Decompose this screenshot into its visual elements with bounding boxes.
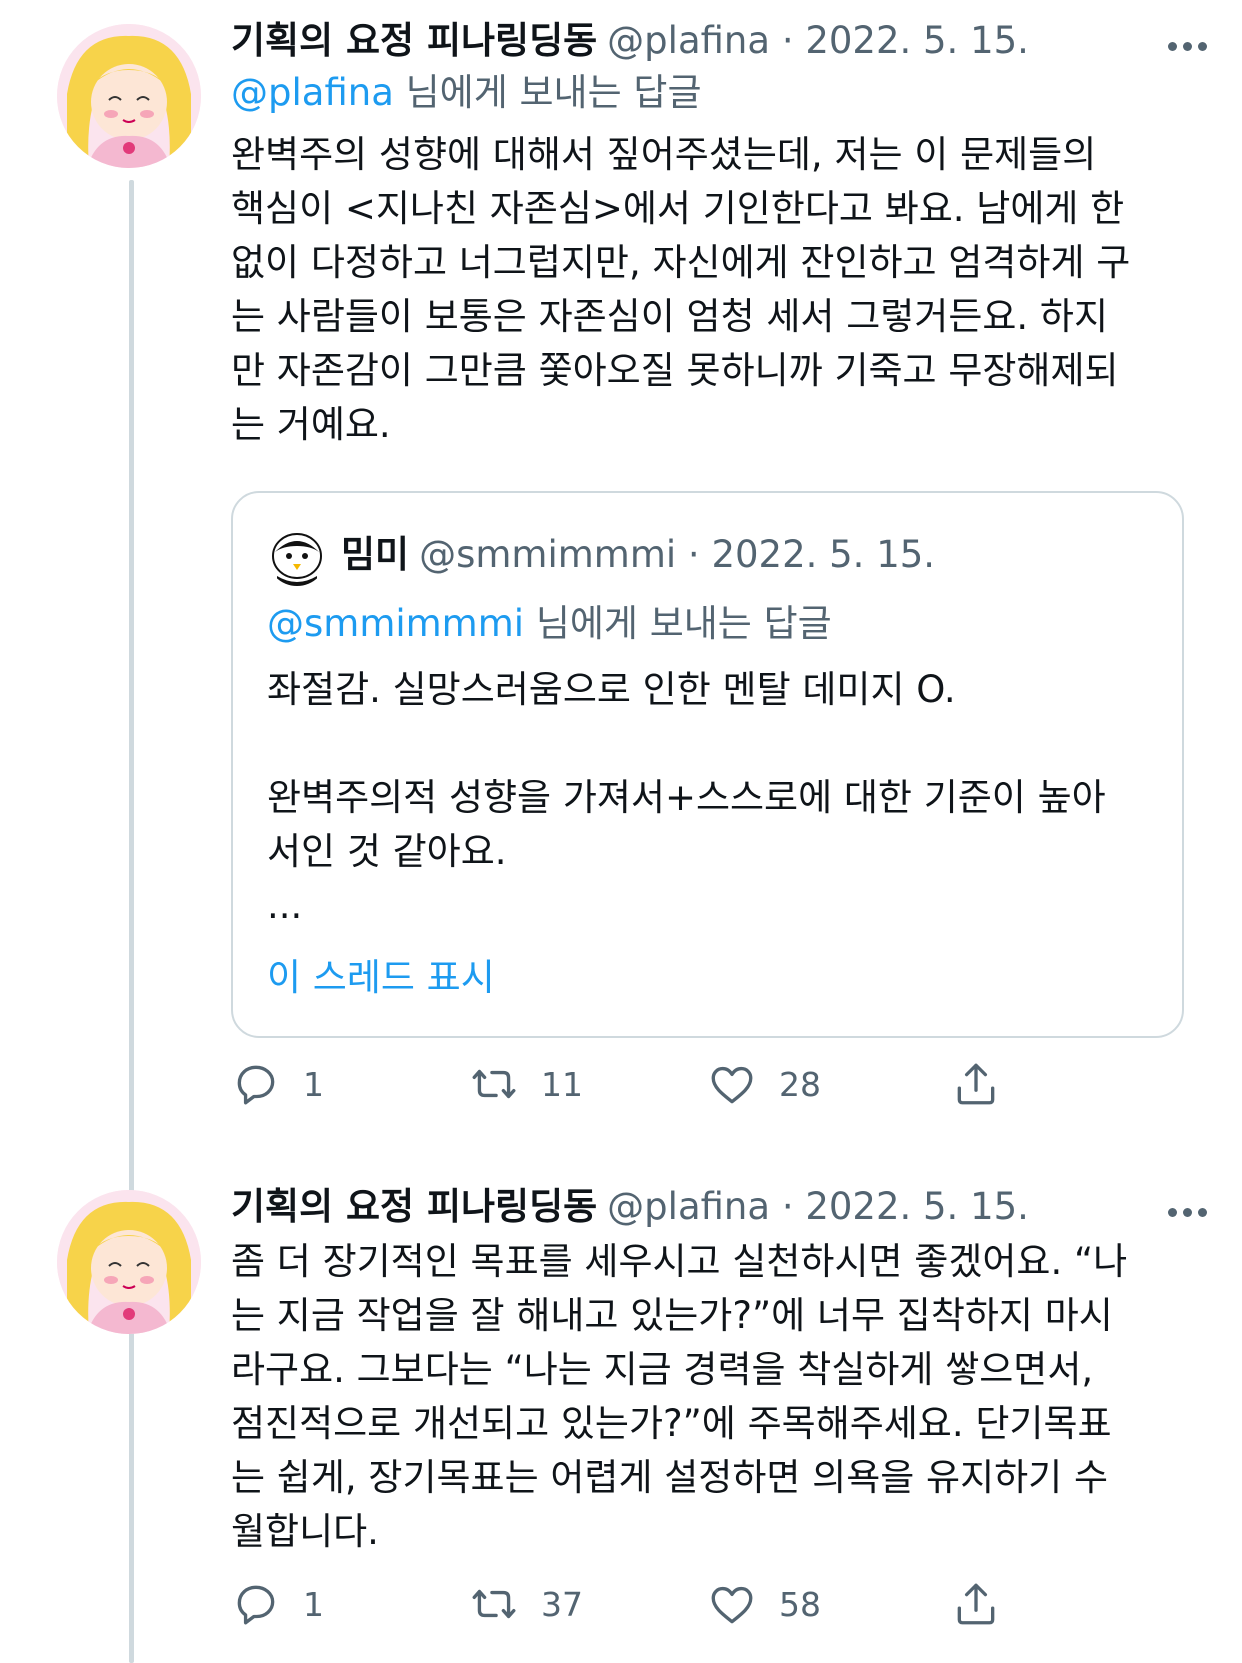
author-name[interactable]: 기획의 요정 피나링딩동 xyxy=(231,19,597,62)
quoted-date: · 2022. 5. 15. xyxy=(687,533,936,576)
avatar[interactable] xyxy=(57,1190,201,1334)
retweet-button[interactable]: 37 xyxy=(469,1578,583,1630)
quoted-reply-suffix: 님에게 보내는 답글 xyxy=(524,602,832,645)
reply-suffix: 님에게 보내는 답글 xyxy=(393,71,702,114)
tweet-actions: 1 37 58 xyxy=(231,1578,1131,1630)
quoted-reply-handle[interactable]: @smmimmmi xyxy=(267,602,524,645)
share-icon xyxy=(957,1063,995,1105)
retweet-icon xyxy=(472,1589,516,1619)
tweet-date[interactable]: · 2022. 5. 15. xyxy=(782,1185,1029,1228)
more-icon[interactable] xyxy=(1168,1202,1214,1217)
share-icon xyxy=(957,1583,995,1625)
reply-handle-link[interactable]: @plafina xyxy=(231,71,394,114)
quoted-author-name: 밈미 xyxy=(341,533,410,576)
replying-to: @plafina 님에게 보내는 답글 xyxy=(231,68,701,118)
quoted-header: 밈미 @smmimmmi · 2022. 5. 15. xyxy=(341,530,935,580)
reply-count: 1 xyxy=(303,1584,324,1624)
author-name[interactable]: 기획의 요정 피나링딩동 xyxy=(231,1185,597,1228)
author-handle[interactable]: @plafina xyxy=(607,19,770,62)
quoted-text: 좌절감. 실망스러움으로 인한 멘탈 데미지 O. 완벽주의적 성향을 가져서+… xyxy=(267,668,1106,927)
thread-connector xyxy=(129,180,134,1663)
retweet-button[interactable]: 11 xyxy=(469,1058,583,1110)
share-button[interactable] xyxy=(951,1058,1001,1110)
tweet-date[interactable]: · 2022. 5. 15. xyxy=(782,19,1029,62)
like-button[interactable]: 58 xyxy=(707,1578,821,1630)
more-icon[interactable] xyxy=(1168,36,1214,51)
tweet-header: 기획의 요정 피나링딩동 @plafina · 2022. 5. 15. xyxy=(231,1182,1029,1232)
like-icon xyxy=(711,1586,753,1624)
retweet-icon xyxy=(472,1069,516,1099)
tweet-actions: 1 11 28 xyxy=(231,1058,1131,1110)
retweet-count: 11 xyxy=(541,1064,583,1104)
quoted-replying-to: @smmimmmi 님에게 보내는 답글 xyxy=(267,599,832,649)
tweet-header: 기획의 요정 피나링딩동 @plafina · 2022. 5. 15. xyxy=(231,16,1029,66)
reply-icon xyxy=(237,1065,275,1105)
reply-icon xyxy=(237,1585,275,1625)
reply-count: 1 xyxy=(303,1064,324,1104)
like-count: 58 xyxy=(779,1584,821,1624)
like-button[interactable]: 28 xyxy=(707,1058,821,1110)
reply-button[interactable]: 1 xyxy=(231,1058,324,1110)
reply-button[interactable]: 1 xyxy=(231,1578,324,1630)
like-icon xyxy=(711,1066,753,1104)
tweet-text: 완벽주의 성향에 대해서 짚어주셨는데, 저는 이 문제들의 핵심이 <지나친 … xyxy=(231,133,1131,446)
quoted-author-handle: @smmimmmi xyxy=(419,533,677,576)
share-button[interactable] xyxy=(951,1578,1001,1630)
quoted-tweet[interactable]: 밈미 @smmimmmi · 2022. 5. 15. @smmimmmi 님에게… xyxy=(231,491,1184,1038)
tweet-text: 좀 더 장기적인 목표를 세우시고 실천하시면 좋겠어요. “나 는 지금 작업… xyxy=(231,1240,1128,1553)
show-thread-link[interactable]: 이 스레드 표시 xyxy=(267,953,495,1003)
avatar[interactable] xyxy=(57,24,201,168)
retweet-count: 37 xyxy=(541,1584,583,1624)
quoted-avatar[interactable] xyxy=(267,526,327,586)
author-handle[interactable]: @plafina xyxy=(607,1185,770,1228)
like-count: 28 xyxy=(779,1064,821,1104)
